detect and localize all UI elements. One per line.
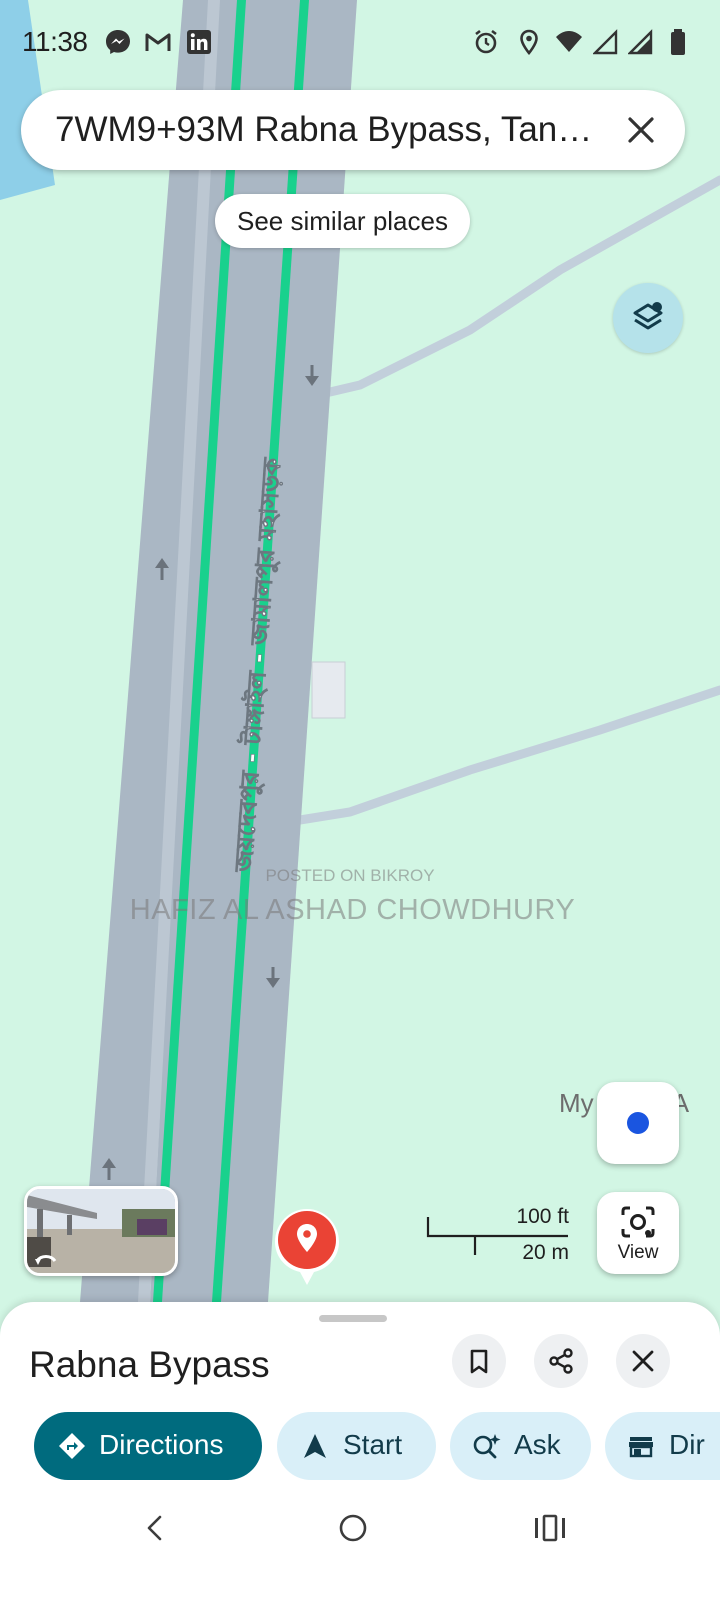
close-sheet-button[interactable] — [616, 1334, 670, 1388]
watermark-name: HAFIZ AL ASHAD CHOWDHURY — [129, 894, 576, 926]
storefront-icon — [629, 1437, 653, 1458]
map-scale: 100 ft 20 m — [425, 1205, 575, 1265]
close-icon — [632, 1350, 654, 1372]
navigation-arrow-icon — [304, 1434, 326, 1458]
ask-button[interactable]: Ask — [450, 1412, 591, 1480]
save-button[interactable] — [452, 1334, 506, 1388]
view-label: View — [617, 1242, 659, 1263]
status-time: 11:38 — [22, 26, 88, 57]
bookmark-icon — [470, 1349, 488, 1374]
dine-label: Dir — [669, 1429, 705, 1460]
status-bar: 11:38 ! — [0, 0, 720, 86]
alarm-icon — [475, 29, 497, 54]
street-view-thumbnail[interactable] — [24, 1186, 178, 1276]
sheet-drag-handle[interactable] — [319, 1315, 387, 1322]
directions-label: Directions — [99, 1429, 224, 1460]
start-label: Start — [343, 1429, 403, 1460]
linkedin-icon — [187, 30, 211, 54]
my-location-dot-icon — [627, 1112, 649, 1134]
recents-icon[interactable] — [533, 1512, 567, 1544]
watermark-posted: POSTED ON BIKROY — [265, 866, 435, 885]
layers-button[interactable] — [613, 283, 683, 353]
close-icon[interactable] — [621, 110, 661, 150]
share-button[interactable] — [534, 1334, 588, 1388]
see-similar-places-chip[interactable]: See similar places — [215, 194, 470, 248]
gmail-icon — [145, 33, 171, 51]
share-icon — [549, 1348, 573, 1374]
ask-label: Ask — [514, 1429, 561, 1460]
wifi-icon — [556, 31, 582, 52]
dine-in-button[interactable]: Dir — [605, 1412, 720, 1480]
search-bar[interactable]: 7WM9+93M Rabna Bypass, Tan… — [21, 90, 685, 170]
start-button[interactable]: Start — [277, 1412, 436, 1480]
directions-icon — [59, 1433, 85, 1459]
system-nav-bar — [0, 1492, 720, 1600]
my-location-button[interactable] — [597, 1082, 679, 1164]
ask-sparkle-icon — [473, 1434, 501, 1459]
street-view-photo — [27, 1189, 175, 1273]
battery-icon — [671, 29, 685, 55]
action-chips: Directions Start Ask Dir — [0, 1412, 720, 1482]
directions-button[interactable]: Directions — [34, 1412, 262, 1480]
back-icon[interactable] — [140, 1512, 172, 1544]
location-icon — [520, 29, 538, 56]
home-icon[interactable] — [337, 1512, 369, 1544]
search-query[interactable]: 7WM9+93M Rabna Bypass, Tan… — [55, 110, 615, 150]
lens-camera-icon — [621, 1206, 655, 1238]
signal-icon: ! — [593, 29, 618, 55]
signal-icon — [628, 29, 653, 55]
layers-icon — [633, 302, 663, 330]
place-title: Rabna Bypass — [29, 1344, 270, 1385]
messenger-icon — [106, 30, 130, 54]
place-pin-icon[interactable] — [272, 1200, 342, 1290]
view-lens-button[interactable]: View — [597, 1192, 679, 1274]
svg-text:!: ! — [614, 32, 618, 45]
scale-bar — [426, 1217, 568, 1255]
